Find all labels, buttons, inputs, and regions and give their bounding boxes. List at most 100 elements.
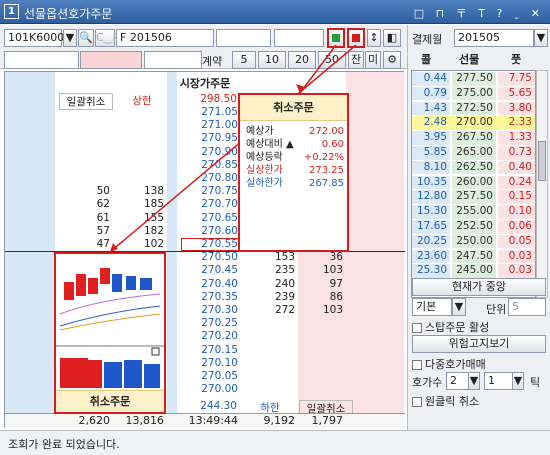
fut-cell[interactable]: 245.00 [452,264,496,278]
put-cell[interactable]: 0.40 [498,160,535,175]
hoga-count-label: 호가수 [412,376,443,389]
candle-7 [140,278,152,290]
cancel-chart-popup[interactable]: 취소주문 [54,252,166,414]
current-center-button[interactable]: 현재가 중앙 [412,278,546,296]
mini-chart [56,268,164,388]
option-row[interactable]: 3.95 267.50 1.33 [412,131,535,145]
put-cell[interactable]: 0.73 [498,146,535,160]
option-row[interactable]: 1.43 272.50 3.80 [412,101,535,116]
stop-order-checkbox[interactable]: 스탑주문 활성 [412,319,489,335]
volume-bar-6 [144,364,160,388]
futures-header: 선물 [459,53,480,66]
arrow-head-2 [110,243,118,252]
risk-notice-button[interactable]: 위험고지보기 [412,335,546,353]
month-select[interactable]: 201505 [454,29,534,47]
option-row[interactable]: 17.65 252.50 0.06 [412,220,535,234]
cancel-order-popup[interactable]: 취소주문 예상가 272.00 예상대비 ▲ 0.60 예상등락 +0.22% 실상한… [238,93,349,252]
options-panel: 결제월 201505 ▼ 콜 선물 풋 0.44 277.50 7.75 0.79 27… [407,25,550,430]
arrow-line-1 [299,44,337,94]
hoga2-dropdown-icon[interactable]: ▼ [512,372,524,390]
basic-select[interactable]: 기본 [412,298,452,316]
multi-hoga-checkbox[interactable]: 다중호가매매 [412,356,486,372]
call-cell[interactable]: 1.43 [412,101,450,116]
unit-label: 단위 [486,303,507,316]
option-row[interactable]: 12.80 257.50 0.15 [412,190,535,204]
expected-diff-row: 예상대비 ▲ 0.60 [246,139,344,150]
option-row[interactable]: 23.60 247.50 0.03 [412,249,535,264]
put-cell[interactable]: 2.33 [498,116,535,130]
put-cell[interactable]: 7.75 [498,72,535,86]
option-row[interactable]: 20.25 250.00 0.05 [412,234,535,249]
option-row[interactable]: 5.85 265.00 0.73 [412,146,535,160]
option-row[interactable]: 10.35 260.00 0.24 [412,175,535,190]
put-cell[interactable]: 0.03 [498,249,535,264]
basic-dropdown-icon[interactable]: ▼ [452,298,466,316]
chart-close-icon [151,347,160,356]
one-click-cancel-checkbox[interactable]: 원클릭 취소 [412,393,479,409]
option-row[interactable]: 0.79 275.00 5.65 [412,86,535,101]
call-cell[interactable]: 17.65 [412,220,450,234]
volume-bar-1 [60,358,74,388]
fut-cell[interactable]: 270.00 [452,116,496,130]
ma-line-1 [59,293,161,315]
expected-rate-row: 예상등락 +0.22% [246,152,344,163]
fut-cell[interactable]: 272.50 [452,101,496,116]
real-limit-up-row: 실상한가 273.25 [246,165,344,176]
fut-cell[interactable]: 265.00 [452,146,496,160]
hoga-count-2[interactable]: 1 [484,372,514,390]
put-cell[interactable]: 0.10 [498,205,535,219]
candle-6 [126,276,136,290]
put-cell[interactable]: 3.80 [498,101,535,116]
hoga1-dropdown-icon[interactable]: ▼ [468,372,480,390]
real-limit-down-row: 실하한가 267.85 [246,178,344,189]
call-cell[interactable]: 3.95 [412,131,450,145]
option-row[interactable]: 0.44 277.50 7.75 [412,72,535,86]
call-cell[interactable]: 25.30 [412,264,450,278]
fut-cell[interactable]: 277.50 [452,72,496,86]
option-row[interactable]: 15.30 255.00 0.10 [412,205,535,219]
call-cell[interactable]: 10.35 [412,175,450,190]
option-row[interactable]: 25.30 245.00 0.03 [412,264,535,278]
put-cell[interactable]: 0.03 [498,264,535,278]
fut-cell[interactable]: 267.50 [452,131,496,145]
put-cell[interactable]: 1.33 [498,131,535,145]
put-cell[interactable]: 0.15 [498,190,535,204]
put-cell[interactable]: 5.65 [498,86,535,101]
put-cell[interactable]: 0.06 [498,220,535,234]
option-row[interactable]: 2.48 270.00 2.33 [412,116,535,130]
fut-cell[interactable]: 257.50 [452,190,496,204]
options-table[interactable]: 0.44 277.50 7.75 0.79 275.00 5.65 1.43 272.50 3.… [411,70,536,298]
call-cell[interactable]: 23.60 [412,249,450,264]
put-cell[interactable]: 0.24 [498,175,535,190]
unit-input[interactable]: 5 [508,298,546,316]
popup-title: 취소주문 [240,95,347,121]
fut-cell[interactable]: 275.00 [452,86,496,101]
call-header: 콜 [421,53,432,66]
call-cell[interactable]: 8.10 [412,160,450,175]
call-cell[interactable]: 0.44 [412,72,450,86]
fut-cell[interactable]: 247.50 [452,249,496,264]
call-cell[interactable]: 12.80 [412,190,450,204]
call-cell[interactable]: 0.79 [412,86,450,101]
call-cell[interactable]: 15.30 [412,205,450,219]
chart-popup-title: 취소주문 [56,390,164,412]
status-text: 조회가 완료 되었습니다. [8,438,120,451]
call-cell[interactable]: 2.48 [412,116,450,130]
month-dropdown-icon[interactable]: ▼ [534,29,548,47]
put-cell[interactable]: 0.05 [498,234,535,249]
fut-cell[interactable]: 262.50 [452,160,496,175]
fut-cell[interactable]: 252.50 [452,220,496,234]
call-cell[interactable]: 5.85 [412,146,450,160]
options-scrollbar[interactable] [536,70,548,298]
fut-cell[interactable]: 255.00 [452,205,496,219]
volume-bar-4 [104,362,122,388]
candle-4 [100,268,110,284]
call-cell[interactable]: 20.25 [412,234,450,249]
fut-cell[interactable]: 260.00 [452,175,496,190]
volume-bar-3 [88,360,102,388]
scroll-thumb[interactable] [538,141,546,181]
options-header: 콜 선물 풋 [411,49,536,69]
candle-3 [88,278,98,294]
option-row[interactable]: 8.10 262.50 0.40 [412,160,535,175]
fut-cell[interactable]: 250.00 [452,234,496,249]
